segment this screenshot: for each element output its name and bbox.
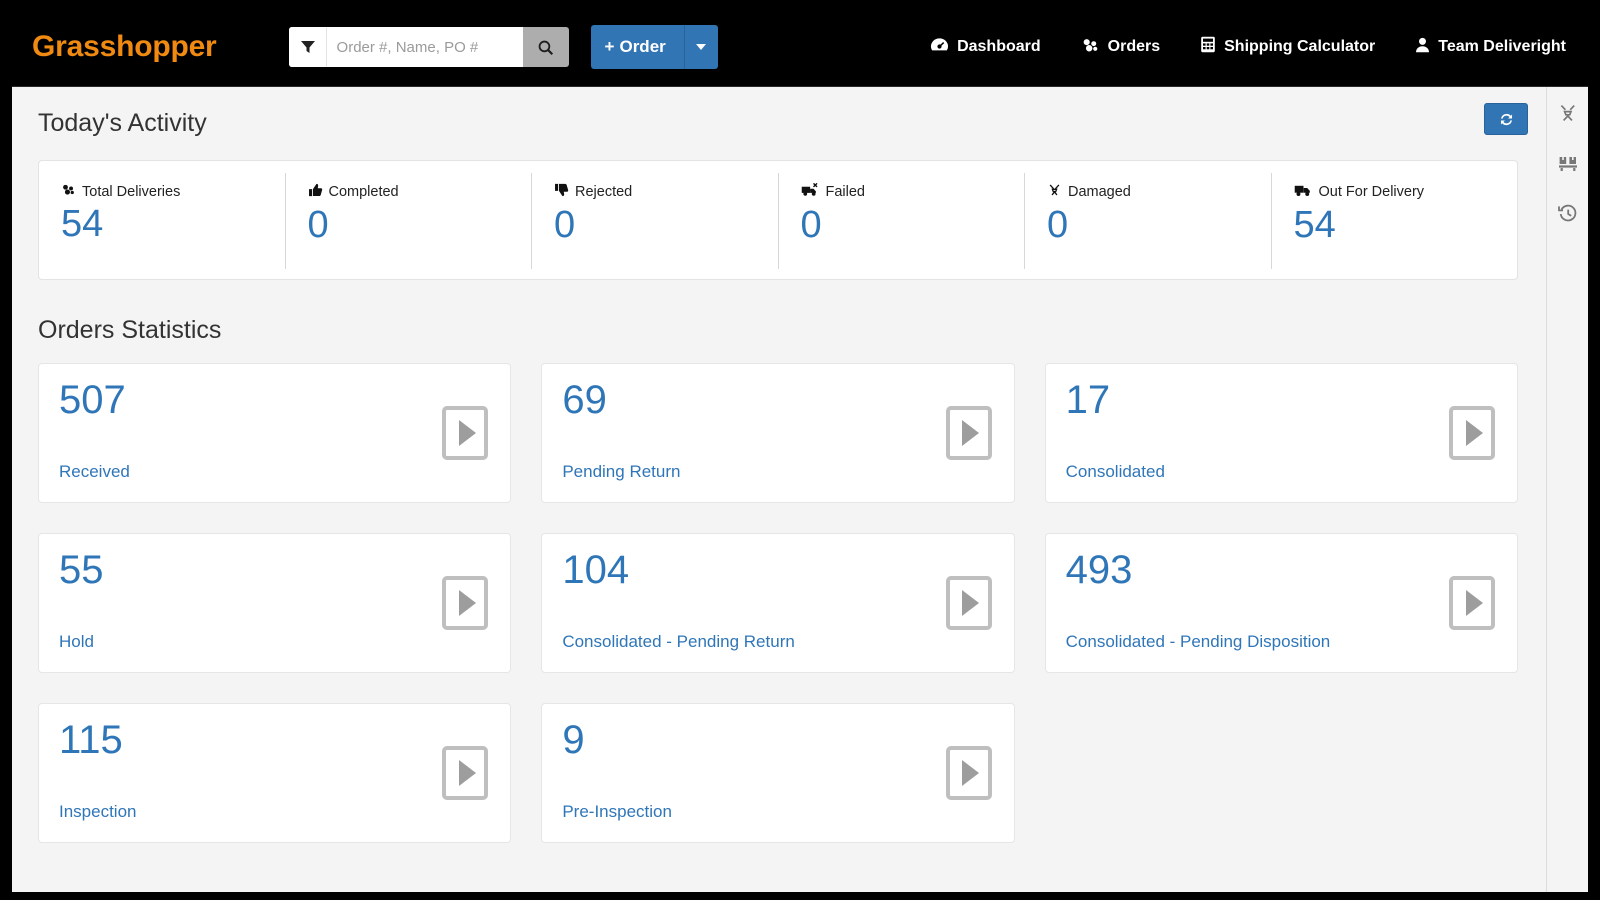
stat-value: 507 <box>59 378 126 422</box>
activity-value: 54 <box>1293 204 1336 246</box>
stat-card-pre-inspection[interactable]: 9 Pre-Inspection <box>541 703 1015 843</box>
activity-item-failed: Failed 0 <box>777 173 1025 269</box>
nav-item-orders[interactable]: Orders <box>1081 37 1160 58</box>
nav-item-shipping-calculator[interactable]: Shipping Calculator <box>1200 36 1375 58</box>
play-arrow-icon[interactable] <box>442 406 489 460</box>
stat-label: Inspection <box>59 802 137 821</box>
plus-icon: + <box>604 37 615 56</box>
main-nav: Dashboard Orders Shipping Calculator Tea… <box>930 36 1576 58</box>
play-arrow-icon[interactable] <box>945 406 992 460</box>
stat-value: 9 <box>562 718 585 762</box>
todays-activity-panel: Total Deliveries 54 Completed 0 Rejected… <box>38 160 1518 280</box>
activity-value: 0 <box>307 204 329 246</box>
play-arrow-icon[interactable] <box>945 576 992 630</box>
activity-item-out-for-delivery: Out For Delivery 54 <box>1270 173 1518 269</box>
unlink-icon[interactable] <box>1558 103 1578 128</box>
activity-value: 0 <box>554 204 576 246</box>
stat-card-hold[interactable]: 55 Hold <box>38 533 512 673</box>
activity-label: Damaged <box>1068 184 1131 200</box>
search-group <box>288 27 569 67</box>
search-icon[interactable] <box>522 27 569 67</box>
boxes-icon <box>61 183 76 200</box>
top-navbar: Grasshopper + Order <box>12 8 1588 86</box>
stat-card-consolidated-pending-disposition[interactable]: 493 Consolidated - Pending Disposition <box>1044 533 1518 673</box>
stat-label: Consolidated - Pending Disposition <box>1065 632 1331 651</box>
add-order-label: Order <box>619 37 666 56</box>
nav-label: Dashboard <box>957 38 1041 55</box>
activity-item-damaged: Damaged 0 <box>1024 173 1271 269</box>
stat-label: Pending Return <box>562 462 681 481</box>
play-arrow-icon[interactable] <box>442 576 489 630</box>
activity-label: Completed <box>328 184 399 200</box>
play-arrow-icon[interactable] <box>1449 406 1495 460</box>
order-dropdown-toggle[interactable] <box>683 25 718 69</box>
activity-label: Rejected <box>575 184 633 200</box>
stat-label: Consolidated - Pending Return <box>562 632 795 651</box>
history-clock-icon[interactable] <box>1557 203 1578 228</box>
nav-label: Shipping Calculator <box>1224 38 1376 55</box>
stat-value: 104 <box>562 548 630 592</box>
stat-label: Consolidated <box>1065 462 1165 481</box>
truck-x-icon <box>801 182 820 201</box>
stat-value: 115 <box>59 718 123 762</box>
stat-card-received[interactable]: 507 Received <box>38 363 512 503</box>
brand-logo[interactable]: Grasshopper <box>32 30 217 64</box>
activity-item-rejected: Rejected 0 <box>531 173 778 269</box>
activity-label: Failed <box>825 184 866 200</box>
orders-statistics-grid: 507 Received 69 Pending Return 17 Consol… <box>38 363 1518 843</box>
nav-label: Team Deliveright <box>1438 38 1566 55</box>
app-window: Grasshopper + Order <box>0 0 1600 900</box>
page-title: Today's Activity <box>38 109 207 137</box>
orders-boxes-icon <box>1081 37 1100 58</box>
main-panel: Today's Activity Total Deliveries 54 Com… <box>12 87 1546 892</box>
stat-label: Hold <box>59 632 94 651</box>
truck-icon <box>1294 183 1313 201</box>
orders-statistics-title: Orders Statistics <box>38 316 222 344</box>
page-content: Today's Activity Total Deliveries 54 Com… <box>12 86 1588 892</box>
chevron-down-icon <box>696 44 707 50</box>
activity-value: 0 <box>800 204 822 246</box>
play-arrow-icon[interactable] <box>945 746 992 800</box>
play-arrow-icon[interactable] <box>442 746 489 800</box>
play-arrow-icon[interactable] <box>1449 576 1495 630</box>
nav-item-dashboard[interactable]: Dashboard <box>930 37 1041 58</box>
calculator-icon <box>1200 36 1216 58</box>
stat-card-consolidated[interactable]: 17 Consolidated <box>1044 363 1518 503</box>
stat-value: 55 <box>59 548 104 592</box>
thumbs-down-icon <box>554 183 569 201</box>
nav-item-team-deliveright[interactable]: Team Deliveright <box>1415 37 1566 58</box>
activity-item-completed: Completed 0 <box>284 173 532 269</box>
activity-label: Total Deliveries <box>82 183 181 200</box>
pallet-boxes-icon[interactable] <box>1558 154 1578 177</box>
search-input[interactable] <box>326 27 523 67</box>
add-order-button[interactable]: + Order <box>590 25 684 69</box>
user-icon <box>1415 37 1430 58</box>
damaged-icon <box>1047 183 1062 201</box>
stat-card-consolidated-pending-return[interactable]: 104 Consolidated - Pending Return <box>541 533 1015 673</box>
nav-label: Orders <box>1107 38 1161 55</box>
stat-value: 69 <box>562 378 607 422</box>
refresh-button[interactable] <box>1484 103 1528 135</box>
activity-value: 0 <box>1047 204 1069 246</box>
activity-label: Out For Delivery <box>1318 184 1425 200</box>
stat-value: 17 <box>1065 378 1111 422</box>
activity-value: 54 <box>61 203 104 245</box>
stat-value: 493 <box>1065 548 1133 592</box>
filter-icon[interactable] <box>288 27 327 67</box>
stat-label: Received <box>59 462 130 481</box>
stat-label: Pre-Inspection <box>562 802 672 821</box>
activity-item-total-deliveries: Total Deliveries 54 <box>39 173 285 269</box>
stat-card-pending-return[interactable]: 69 Pending Return <box>541 363 1015 503</box>
stat-card-inspection[interactable]: 115 Inspection <box>38 703 512 843</box>
thumbs-up-icon <box>308 183 323 201</box>
right-icon-rail <box>1546 87 1588 892</box>
dashboard-gauge-icon <box>930 37 949 58</box>
create-order-group: + Order <box>590 25 718 69</box>
